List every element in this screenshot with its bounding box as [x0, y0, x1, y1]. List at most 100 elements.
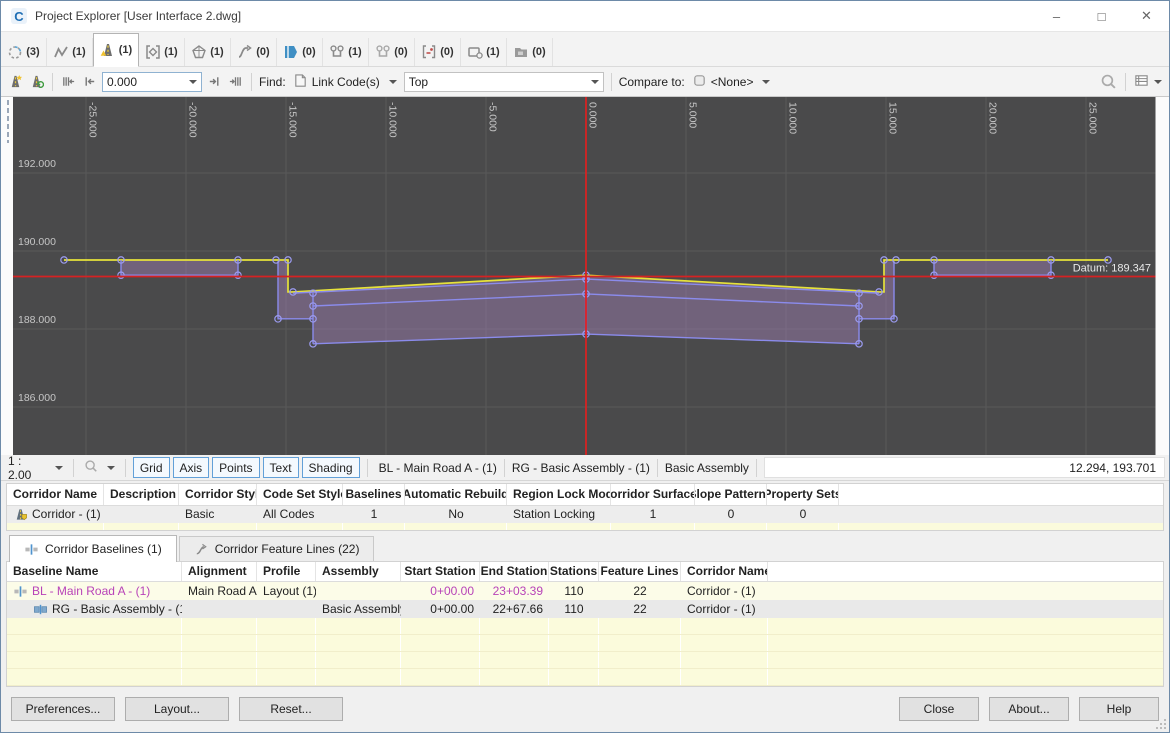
x-tick-label: 0.000: [587, 102, 599, 128]
tool-tab-intersection[interactable]: (1): [139, 38, 185, 66]
reset-button[interactable]: Reset...: [239, 697, 343, 721]
toggle-text[interactable]: Text: [263, 457, 299, 478]
preferences-button[interactable]: Preferences...: [11, 697, 115, 721]
tool-tab-points-dashed[interactable]: (3): [1, 38, 47, 66]
help-button[interactable]: Help: [1079, 697, 1159, 721]
column-header[interactable]: Baseline Name: [7, 562, 182, 581]
column-header[interactable]: Start Station: [401, 562, 480, 581]
layout-button[interactable]: Layout...: [125, 697, 229, 721]
compare-to-dropdown[interactable]: <None>: [689, 71, 774, 93]
columns-icon: [1134, 73, 1149, 91]
x-tick-label: 10.000: [787, 102, 799, 134]
minimize-button[interactable]: –: [1034, 1, 1079, 31]
cell-text: Layout (1): [263, 582, 316, 600]
tool-tab-pressure-network[interactable]: (0): [369, 38, 415, 66]
breadcrumb-item[interactable]: BL - Main Road A - (1): [375, 461, 501, 475]
tab-count: (1): [164, 46, 177, 58]
tool-tab-pipe-network[interactable]: (1): [323, 38, 369, 66]
column-header[interactable]: Corridor Name: [681, 562, 768, 581]
corridor-toolbar: 0.000 Find: Link Code(s) Top Compare to:…: [1, 67, 1169, 97]
breadcrumb-item[interactable]: RG - Basic Assembly - (1): [508, 461, 654, 475]
section-view-canvas[interactable]: -25.000-20.000-15.000-10.000-5.0000.0005…: [1, 97, 1169, 455]
tool-tab-view-frame[interactable]: (1): [461, 38, 507, 66]
table-row[interactable]: Corridor - (1)BasicAll Codes1NoStation L…: [7, 506, 1163, 523]
toggle-points[interactable]: Points: [212, 457, 259, 478]
column-header[interactable]: Corridor Style: [179, 484, 257, 505]
about-button[interactable]: About...: [989, 697, 1069, 721]
column-header[interactable]: Baselines: [343, 484, 405, 505]
column-header[interactable]: End Station: [480, 562, 549, 581]
column-header[interactable]: Assembly: [316, 562, 401, 581]
table-row[interactable]: RG - Basic Assembly - (1)Basic Assembly0…: [7, 600, 1163, 618]
station-last-button[interactable]: [227, 73, 244, 90]
tab-count: (1): [348, 46, 361, 58]
column-header[interactable]: Property Sets: [767, 484, 839, 505]
rebuild-corridor-button[interactable]: [28, 73, 45, 90]
scale-dropdown[interactable]: 1 : 2.00: [5, 452, 66, 484]
x-tick-label: -15.000: [287, 102, 299, 138]
code-filter-combobox[interactable]: Top: [404, 72, 604, 92]
catalog-icon: [513, 44, 529, 60]
station-next-button[interactable]: [206, 73, 223, 90]
tab-count: (1): [119, 44, 132, 56]
chevron-down-icon: [107, 466, 115, 470]
tool-tab-catalog[interactable]: (0): [507, 38, 553, 66]
feature-curve-icon: [194, 542, 209, 557]
column-header[interactable]: Corridor Name: [7, 484, 104, 505]
tab-corridor-baselines-1-[interactable]: Corridor Baselines (1): [9, 535, 177, 562]
column-header[interactable]: Code Set Style: [257, 484, 343, 505]
resize-grip[interactable]: [1155, 718, 1167, 730]
column-header[interactable]: Feature Lines: [599, 562, 681, 581]
close-window-button[interactable]: ✕: [1124, 1, 1169, 31]
empty-row: [7, 523, 1163, 530]
x-tick-label: 15.000: [887, 102, 899, 134]
column-header[interactable]: Slope Patterns: [695, 484, 767, 505]
cell-text: 1: [371, 506, 378, 523]
window-title: Project Explorer [User Interface 2.dwg]: [35, 9, 241, 23]
chevron-down-icon: [55, 466, 63, 470]
toggle-axis[interactable]: Axis: [173, 457, 210, 478]
tool-tab-surface[interactable]: (1): [185, 38, 231, 66]
table-row[interactable]: BL - Main Road A - (1)Main Road ALayout …: [7, 582, 1163, 600]
station-first-button[interactable]: [60, 73, 77, 90]
column-header[interactable]: Description: [104, 484, 179, 505]
column-header[interactable]: Alignment: [182, 562, 257, 581]
section-breadcrumb: BL - Main Road A - (1) RG - Basic Assembl…: [375, 459, 760, 477]
cursor-coordinates: 12.294, 193.701: [764, 457, 1165, 478]
cell-text: Corridor - (1): [687, 600, 756, 618]
breadcrumb-item[interactable]: Basic Assembly: [661, 461, 753, 475]
tool-tab-sample-line[interactable]: (0): [277, 38, 323, 66]
title-bar: C Project Explorer [User Interface 2.dwg…: [1, 1, 1169, 32]
find-label: Find:: [259, 75, 286, 89]
column-header[interactable]: Corridor Surfaces: [611, 484, 695, 505]
column-header[interactable]: Stations: [549, 562, 599, 581]
station-previous-button[interactable]: [81, 73, 98, 90]
cell-text: 22: [633, 582, 646, 600]
link-code-icon: [293, 73, 308, 91]
step-b3-icon: [61, 74, 76, 89]
maximize-button[interactable]: □: [1079, 1, 1124, 31]
column-layout-button[interactable]: [1133, 72, 1163, 92]
cell-text: 110: [564, 582, 583, 600]
toggle-grid[interactable]: Grid: [133, 457, 170, 478]
station-combobox[interactable]: 0.000: [102, 72, 202, 92]
cell-text: Corridor - (1): [687, 582, 756, 600]
y-tick-label: 192.000: [18, 158, 56, 170]
new-corridor-button[interactable]: [7, 73, 24, 90]
search-button[interactable]: [1099, 72, 1118, 91]
cell-text: Basic Assembly: [322, 600, 401, 618]
zoom-dropdown[interactable]: [81, 457, 118, 478]
tool-tab-alignment[interactable]: (1): [47, 38, 93, 66]
tool-tab-feature-line[interactable]: (0): [231, 38, 277, 66]
x-tick-label: -5.000: [487, 102, 499, 132]
close-button[interactable]: Close: [899, 697, 979, 721]
toggle-shading[interactable]: Shading: [302, 457, 360, 478]
column-header[interactable]: Profile: [257, 562, 316, 581]
tab-corridor-feature-lines-22-[interactable]: Corridor Feature Lines (22): [179, 536, 375, 561]
link-codes-dropdown[interactable]: Link Code(s): [290, 71, 400, 93]
tool-tab-corridor[interactable]: (1): [93, 33, 139, 67]
cell-text: 0+00.00: [430, 600, 474, 618]
tool-tab-section-view[interactable]: (0): [415, 38, 461, 66]
column-header[interactable]: Automatic Rebuild: [405, 484, 507, 505]
column-header[interactable]: Region Lock Mode: [507, 484, 611, 505]
